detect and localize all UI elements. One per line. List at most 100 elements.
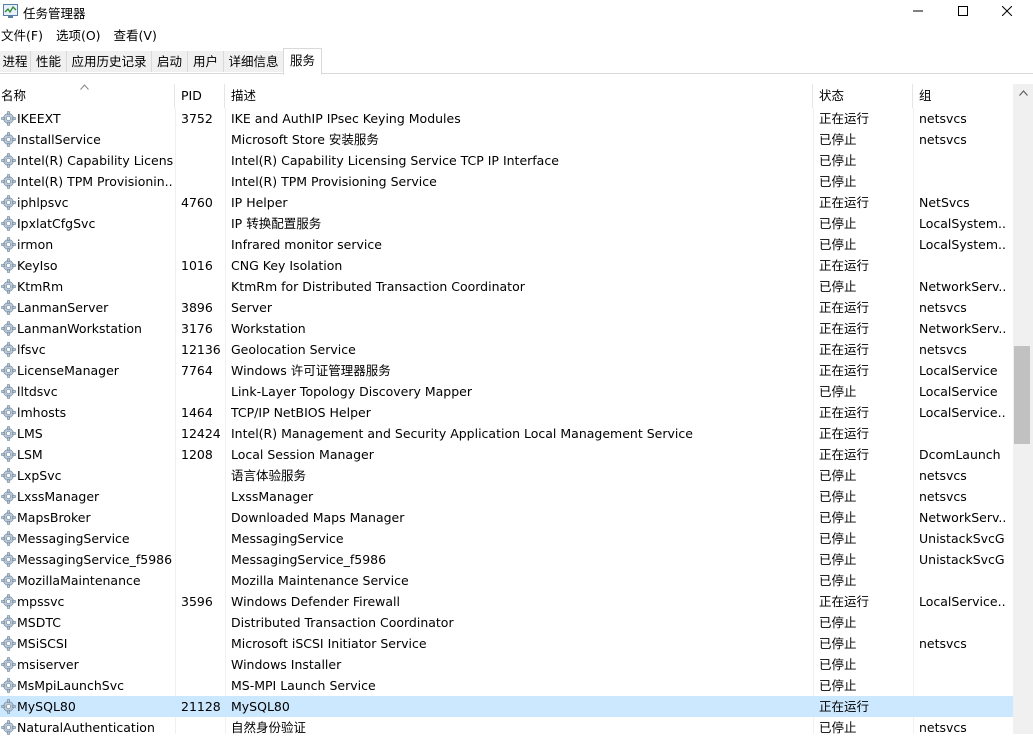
service-gear-icon [1,279,16,294]
table-row[interactable]: MySQL80 21128 MySQL80 正在运行 [0,696,1013,717]
service-gear-icon [1,195,16,210]
tab-app-history[interactable]: 应用历史记录 [67,51,152,72]
column-header-group[interactable]: 组 [913,84,1013,108]
table-row[interactable]: iphlpsvc 4760 IP Helper 正在运行 NetSvcs [0,192,1013,213]
table-row[interactable]: MsMpiLaunchSvc MS-MPI Launch Service 已停止 [0,675,1013,696]
tab-performance[interactable]: 性能 [31,51,67,72]
service-name: MySQL80 [17,699,76,714]
table-row[interactable]: LxssManager LxssManager 已停止 netsvcs [0,486,1013,507]
service-status: 正在运行 [819,426,870,441]
minimize-button[interactable] [895,0,941,22]
service-status: 已停止 [819,615,857,630]
service-name: KtmRm [17,279,64,294]
table-row[interactable]: MozillaMaintenance Mozilla Maintenance S… [0,570,1013,591]
menu-view[interactable]: 查看(V) [113,26,157,46]
column-header-description[interactable]: 描述 [225,84,813,108]
menu-options[interactable]: 选项(O) [55,26,101,46]
service-name: LxssManager [17,489,100,504]
service-group: LocalService... [919,594,1005,609]
service-name: LanmanServer [17,300,109,315]
table-row[interactable]: NaturalAuthentication 自然身份验证 已停止 netsvcs [0,717,1013,738]
table-row[interactable]: msiserver Windows Installer 已停止 [0,654,1013,675]
service-description: TCP/IP NetBIOS Helper [231,405,371,420]
service-name: Intel(R) TPM Provisionin... [17,174,173,189]
service-group: UnistackSvcG... [919,552,1005,567]
table-row[interactable]: Intel(R) TPM Provisionin... Intel(R) TPM… [0,171,1013,192]
service-group: LocalService [919,384,998,399]
service-pid [181,234,225,255]
service-name: MozillaMaintenance [17,573,141,588]
table-row[interactable]: KeyIso 1016 CNG Key Isolation 正在运行 [0,255,1013,276]
table-row[interactable]: IKEEXT 3752 IKE and AuthIP IPsec Keying … [0,108,1013,129]
table-row[interactable]: lmhosts 1464 TCP/IP NetBIOS Helper 正在运行 … [0,402,1013,423]
service-pid [181,570,225,591]
service-gear-icon [1,153,16,168]
table-row[interactable]: LanmanServer 3896 Server 正在运行 netsvcs [0,297,1013,318]
scrollbar-thumb[interactable] [1014,346,1030,444]
service-gear-icon [1,636,16,651]
table-row[interactable]: LMS 12424 Intel(R) Management and Securi… [0,423,1013,444]
service-description: Windows 许可证管理器服务 [231,363,391,378]
service-gear-icon [1,573,16,588]
service-pid [181,507,225,528]
maximize-icon [958,6,968,16]
column-header-status[interactable]: 状态 [813,84,913,108]
service-status: 正在运行 [819,195,870,210]
table-row[interactable]: LSM 1208 Local Session Manager 正在运行 Dcom… [0,444,1013,465]
tab-users[interactable]: 用户 [188,51,224,72]
service-description: Geolocation Service [231,342,356,357]
tab-services[interactable]: 服务 [283,48,322,75]
table-row[interactable]: MapsBroker Downloaded Maps Manager 已停止 N… [0,507,1013,528]
service-status: 正在运行 [819,342,870,357]
table-row[interactable]: InstallService Microsoft Store 安装服务 已停止 … [0,129,1013,150]
service-pid [181,486,225,507]
menu-file[interactable]: 文件(F) [0,26,43,46]
service-group [919,423,1005,444]
tab-processes[interactable]: 进程 [0,51,31,72]
service-group: netsvcs [919,720,967,735]
table-row[interactable]: irmon Infrared monitor service 已停止 Local… [0,234,1013,255]
service-name: MessagingService_f5986 [17,552,173,567]
tab-startup[interactable]: 启动 [152,51,188,72]
service-group: UnistackSvcG... [919,531,1005,546]
table-row[interactable]: LanmanWorkstation 3176 Workstation 正在运行 … [0,318,1013,339]
service-pid [181,213,225,234]
service-status: 已停止 [819,468,857,483]
table-row[interactable]: Intel(R) Capability Licensi... Intel(R) … [0,150,1013,171]
service-description: IP Helper [231,195,288,210]
service-name: IKEEXT [17,111,61,126]
table-row[interactable]: lltdsvc Link-Layer Topology Discovery Ma… [0,381,1013,402]
table-row[interactable]: mpssvc 3596 Windows Defender Firewall 正在… [0,591,1013,612]
service-status: 正在运行 [819,300,870,315]
table-row[interactable]: MessagingService MessagingService 已停止 Un… [0,528,1013,549]
service-gear-icon [1,699,16,714]
table-row[interactable]: MSDTC Distributed Transaction Coordinato… [0,612,1013,633]
service-name: mpssvc [17,594,65,609]
service-status: 已停止 [819,657,857,672]
column-header-pid[interactable]: PID [175,84,225,108]
menu-bar: 文件(F) 选项(O) 查看(V) [0,26,169,46]
table-row[interactable]: IpxlatCfgSvc IP 转换配置服务 已停止 LocalSystem..… [0,213,1013,234]
table-row[interactable]: lfsvc 12136 Geolocation Service 正在运行 net… [0,339,1013,360]
table-row[interactable]: LicenseManager 7764 Windows 许可证管理器服务 正在运… [0,360,1013,381]
scroll-up-button[interactable] [1013,84,1033,101]
table-row[interactable]: MessagingService_f5986 MessagingService_… [0,549,1013,570]
maximize-button[interactable] [940,0,986,22]
service-pid: 1464 [181,405,213,420]
service-description: Intel(R) Capability Licensing Service TC… [231,153,559,168]
close-icon [1002,6,1012,16]
service-group [919,150,1005,171]
service-status: 正在运行 [819,363,870,378]
service-status: 已停止 [819,489,857,504]
table-row[interactable]: MSiSCSI Microsoft iSCSI Initiator Servic… [0,633,1013,654]
table-row[interactable]: LxpSvc 语言体验服务 已停止 netsvcs [0,465,1013,486]
task-manager-icon [3,4,18,18]
service-group: LocalSystem... [919,237,1005,252]
service-status: 已停止 [819,153,857,168]
service-pid [181,381,225,402]
close-button[interactable] [984,0,1030,22]
table-row[interactable]: KtmRm KtmRm for Distributed Transaction … [0,276,1013,297]
tab-details[interactable]: 详细信息 [224,51,284,72]
service-gear-icon [1,216,16,231]
service-description: Server [231,300,272,315]
